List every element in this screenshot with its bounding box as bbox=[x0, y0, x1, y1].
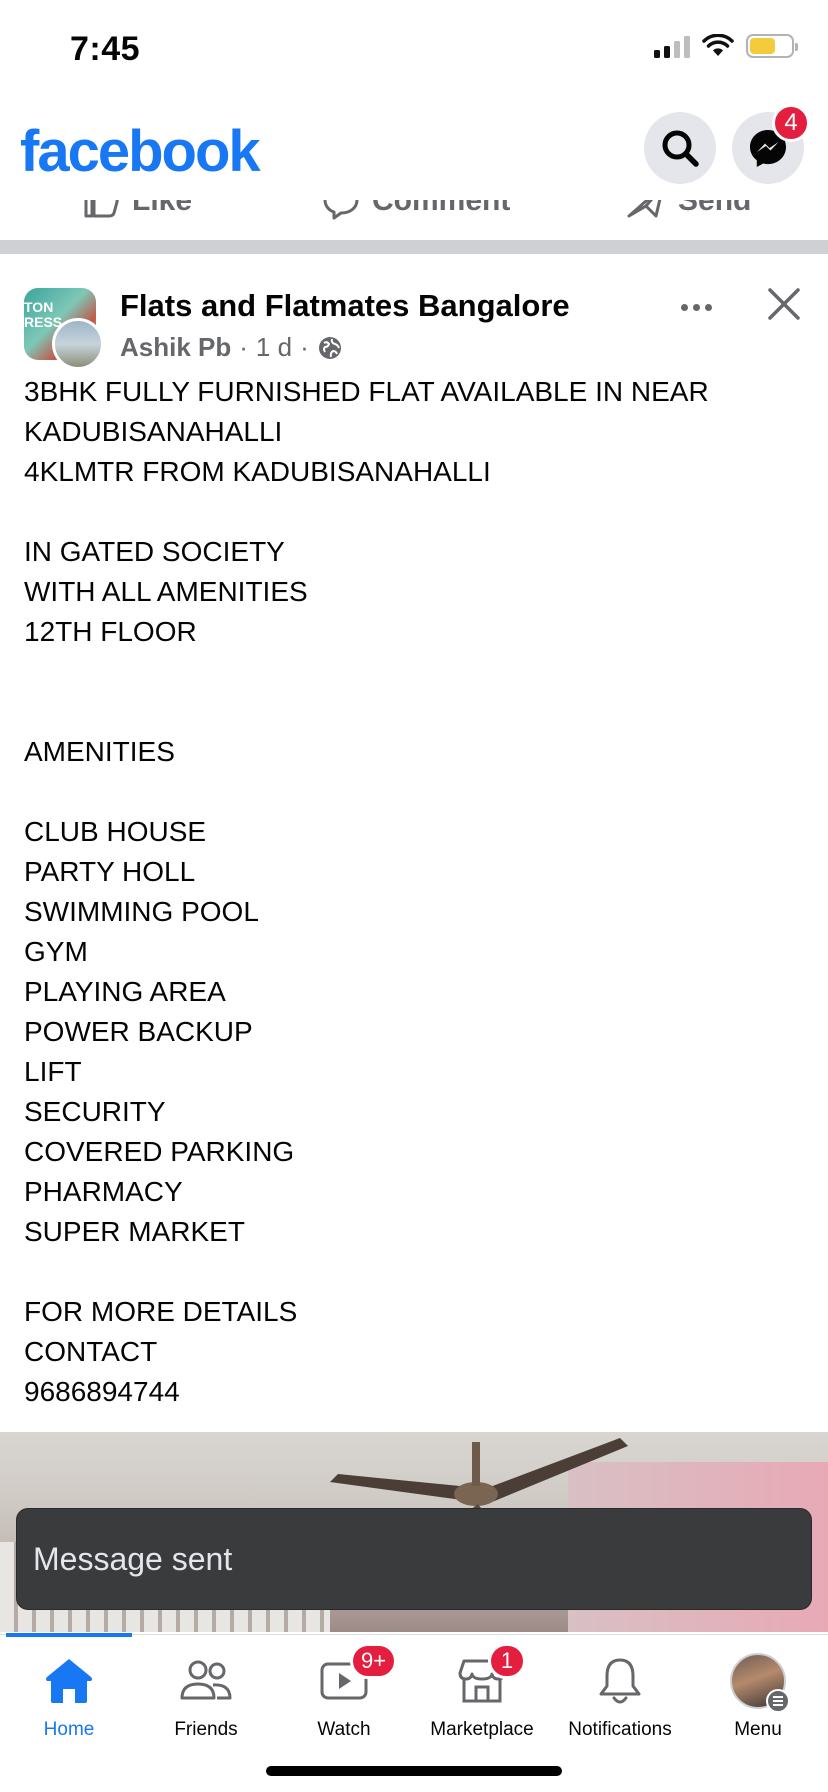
tab-menu-label: Menu bbox=[734, 1719, 782, 1740]
group-name[interactable]: Flats and Flatmates Bangalore bbox=[120, 288, 570, 324]
meta-separator: · bbox=[239, 332, 248, 362]
messenger-badge: 4 bbox=[772, 104, 810, 142]
post-time[interactable]: 1 d bbox=[256, 332, 292, 363]
post-text-line: CLUB HOUSE bbox=[24, 816, 207, 847]
post-header: TON RESS Flats and Flatmates Bangalore As… bbox=[0, 284, 828, 374]
tab-marketplace-label: Marketplace bbox=[430, 1719, 534, 1740]
post-divider bbox=[0, 240, 828, 254]
author-avatar[interactable] bbox=[52, 318, 104, 370]
post-text-line: 4KLMTR FROM KADUBISANAHALLI bbox=[24, 456, 491, 487]
tab-menu[interactable]: Menu bbox=[689, 1653, 827, 1753]
post-text-line: SWIMMING POOL bbox=[24, 896, 259, 927]
watch-badge: 9+ bbox=[350, 1643, 398, 1679]
wifi-icon bbox=[702, 34, 734, 56]
tab-notifications[interactable]: Notifications bbox=[551, 1653, 689, 1753]
tab-home-label: Home bbox=[43, 1719, 95, 1740]
post-text-line: IN GATED SOCIETY bbox=[24, 536, 285, 567]
active-tab-indicator bbox=[6, 1633, 132, 1637]
post-text-line bbox=[24, 1252, 804, 1292]
tab-friends[interactable]: Friends bbox=[137, 1653, 275, 1753]
tab-friends-label: Friends bbox=[174, 1719, 238, 1740]
post-text-line: 3BHK FULLY FURNISHED FLAT AVAILABLE IN N… bbox=[24, 376, 709, 407]
battery-icon bbox=[746, 34, 798, 58]
home-indicator bbox=[266, 1766, 562, 1776]
post-text-line: CONTACT bbox=[24, 1336, 158, 1367]
post-text-line: FOR MORE DETAILS bbox=[24, 1296, 298, 1327]
friends-icon bbox=[180, 1660, 232, 1700]
profile-avatar bbox=[730, 1653, 790, 1713]
post-text-line: WITH ALL AMENITIES bbox=[24, 576, 308, 607]
search-button[interactable] bbox=[644, 112, 716, 184]
post-text-line: KADUBISANAHALLI bbox=[24, 416, 283, 447]
status-bar: 7:45 bbox=[0, 0, 828, 100]
post-text-line: SECURITY bbox=[24, 1096, 166, 1127]
post-text-line: PLAYING AREA bbox=[24, 976, 226, 1007]
globe-icon bbox=[318, 336, 341, 359]
meta-separator: · bbox=[300, 332, 309, 362]
facebook-logo[interactable]: facebook bbox=[20, 118, 261, 185]
post-text-line: PHARMACY bbox=[24, 1176, 183, 1207]
post-options-button[interactable] bbox=[676, 292, 716, 322]
post-text-line: LIFT bbox=[24, 1056, 82, 1087]
post-text-line: PARTY HOLL bbox=[24, 856, 196, 887]
top-header: facebook 4 bbox=[0, 100, 828, 200]
tab-marketplace[interactable]: 1 Marketplace bbox=[413, 1643, 551, 1753]
post-text-line: SUPER MARKET bbox=[24, 1216, 245, 1247]
post-text-line bbox=[24, 492, 804, 532]
post-text-line: POWER BACKUP bbox=[24, 1016, 253, 1047]
messenger-button[interactable]: 4 bbox=[732, 104, 810, 184]
post-text-line: GYM bbox=[24, 936, 88, 967]
tab-home[interactable]: Home bbox=[0, 1653, 138, 1753]
marketplace-badge: 1 bbox=[488, 1643, 526, 1679]
status-time: 7:45 bbox=[70, 30, 141, 68]
post-author[interactable]: Ashik Pb bbox=[120, 332, 231, 363]
post-text-line: 9686894744 bbox=[24, 1376, 180, 1407]
post-text-line bbox=[24, 652, 804, 692]
search-icon bbox=[662, 130, 699, 167]
toast-message: Message sent bbox=[33, 1540, 233, 1577]
hide-post-button[interactable] bbox=[764, 284, 804, 324]
status-icons bbox=[654, 34, 798, 58]
post-text[interactable]: 3BHK FULLY FURNISHED FLAT AVAILABLE IN N… bbox=[24, 372, 804, 1412]
cellular-signal-icon bbox=[654, 34, 690, 58]
more-dot-icon bbox=[704, 303, 712, 311]
menu-lines-icon bbox=[766, 1689, 790, 1713]
home-icon bbox=[46, 1659, 92, 1703]
more-dot-icon bbox=[692, 303, 700, 311]
post-text-line: AMENITIES bbox=[24, 736, 175, 767]
group-avatar[interactable]: TON RESS bbox=[24, 288, 106, 370]
post-meta: Ashik Pb · 1 d · bbox=[120, 332, 343, 363]
bell-icon bbox=[599, 1658, 641, 1704]
message-sent-toast: Message sent bbox=[16, 1508, 812, 1610]
more-dot-icon bbox=[680, 303, 688, 311]
tab-watch-label: Watch bbox=[317, 1719, 371, 1740]
post-text-line bbox=[24, 772, 804, 812]
tab-notifications-label: Notifications bbox=[568, 1719, 672, 1740]
close-icon bbox=[768, 288, 800, 320]
post-text-line bbox=[24, 692, 804, 732]
post-text-line: COVERED PARKING bbox=[24, 1136, 295, 1167]
tab-watch[interactable]: 9+ Watch bbox=[275, 1643, 413, 1753]
post-text-line: 12TH FLOOR bbox=[24, 616, 197, 647]
